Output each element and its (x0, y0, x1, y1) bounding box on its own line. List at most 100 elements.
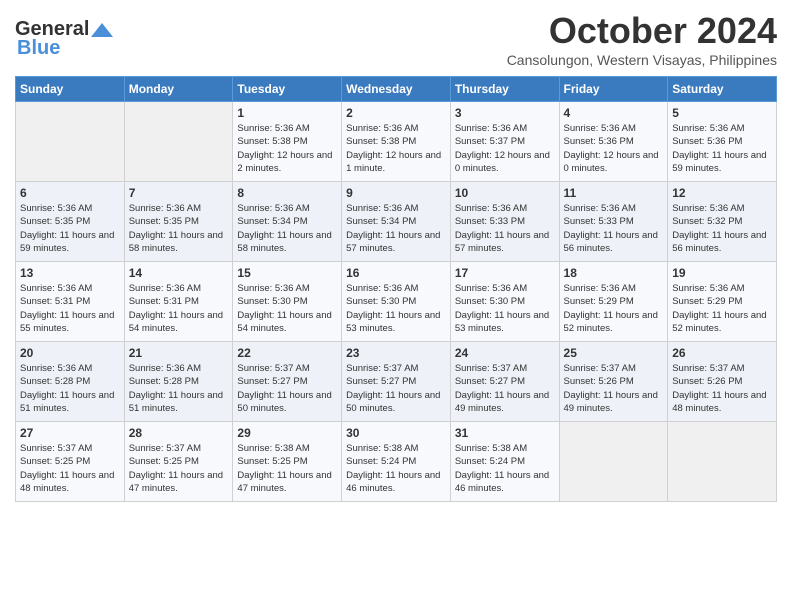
day-info: Sunrise: 5:37 AMSunset: 5:27 PMDaylight:… (346, 362, 446, 415)
day-info: Sunrise: 5:36 AMSunset: 5:32 PMDaylight:… (672, 202, 772, 255)
calendar-header-row: SundayMondayTuesdayWednesdayThursdayFrid… (16, 77, 777, 102)
calendar-cell: 22Sunrise: 5:37 AMSunset: 5:27 PMDayligh… (233, 342, 342, 422)
calendar-cell: 16 Sunrise: 5:36 AMSunset: 5:30 PMDayligh… (342, 262, 451, 342)
day-number: 12 (672, 186, 772, 200)
day-number: 31 (455, 426, 555, 440)
day-number: 29 (237, 426, 337, 440)
day-number: 26 (672, 346, 772, 360)
day-info: Sunrise: 5:36 AMSunset: 5:31 PMDaylight:… (20, 282, 120, 335)
column-header-wednesday: Wednesday (342, 77, 451, 102)
day-number: 20 (20, 346, 120, 360)
calendar-cell: 2 Sunrise: 5:36 AMSunset: 5:38 PMDaylight… (342, 102, 451, 182)
calendar-cell: 10Sunrise: 5:36 AMSunset: 5:33 PMDayligh… (450, 182, 559, 262)
day-info: Sunrise: 5:36 AMSunset: 5:34 PMDaylight:… (346, 202, 446, 255)
day-number: 8 (237, 186, 337, 200)
calendar-cell: 7Sunrise: 5:36 AMSunset: 5:35 PMDaylight… (124, 182, 233, 262)
calendar-cell: 21 Sunrise: 5:36 AMSunset: 5:28 PMDayligh… (124, 342, 233, 422)
day-info: Sunrise: 5:36 AMSunset: 5:30 PMDaylight:… (455, 282, 555, 335)
column-header-friday: Friday (559, 77, 668, 102)
day-number: 16 (346, 266, 446, 280)
day-number: 5 (672, 106, 772, 120)
calendar-table: SundayMondayTuesdayWednesdayThursdayFrid… (15, 76, 777, 502)
calendar-cell (668, 422, 777, 502)
title-area: October 2024 Cansolungon, Western Visaya… (507, 10, 777, 68)
calendar-cell: 11 Sunrise: 5:36 AMSunset: 5:33 PMDayligh… (559, 182, 668, 262)
calendar-cell: 30Sunrise: 5:38 AMSunset: 5:24 PMDayligh… (342, 422, 451, 502)
day-number: 21 (129, 346, 229, 360)
calendar-cell: 1 Sunrise: 5:36 AMSunset: 5:38 PMDaylight… (233, 102, 342, 182)
calendar-cell: 25Sunrise: 5:37 AMSunset: 5:26 PMDayligh… (559, 342, 668, 422)
location-subtitle: Cansolungon, Western Visayas, Philippine… (507, 52, 777, 68)
column-header-tuesday: Tuesday (233, 77, 342, 102)
day-info: Sunrise: 5:37 AMSunset: 5:26 PMDaylight:… (564, 362, 664, 415)
day-info: Sunrise: 5:36 AMSunset: 5:30 PMDaylight:… (237, 282, 337, 335)
calendar-week-2: 6 Sunrise: 5:36 AMSunset: 5:35 PMDaylight… (16, 182, 777, 262)
day-info: Sunrise: 5:38 AMSunset: 5:24 PMDaylight:… (455, 442, 555, 495)
logo: General Blue (15, 18, 113, 60)
logo-blue-text: Blue (17, 37, 60, 60)
calendar-cell: 28Sunrise: 5:37 AMSunset: 5:25 PMDayligh… (124, 422, 233, 502)
day-number: 18 (564, 266, 664, 280)
day-info: Sunrise: 5:38 AMSunset: 5:24 PMDaylight:… (346, 442, 446, 495)
day-info: Sunrise: 5:36 AMSunset: 5:36 PMDaylight:… (564, 122, 664, 175)
calendar-cell: 4 Sunrise: 5:36 AMSunset: 5:36 PMDaylight… (559, 102, 668, 182)
calendar-cell: 14 Sunrise: 5:36 AMSunset: 5:31 PMDayligh… (124, 262, 233, 342)
calendar-cell: 19 Sunrise: 5:36 AMSunset: 5:29 PMDayligh… (668, 262, 777, 342)
day-info: Sunrise: 5:36 AMSunset: 5:28 PMDaylight:… (129, 362, 229, 415)
calendar-cell: 8Sunrise: 5:36 AMSunset: 5:34 PMDaylight… (233, 182, 342, 262)
day-number: 24 (455, 346, 555, 360)
day-info: Sunrise: 5:37 AMSunset: 5:27 PMDaylight:… (237, 362, 337, 415)
logo-icon (91, 21, 113, 39)
day-info: Sunrise: 5:36 AMSunset: 5:30 PMDaylight:… (346, 282, 446, 335)
calendar-week-4: 20 Sunrise: 5:36 AMSunset: 5:28 PMDayligh… (16, 342, 777, 422)
day-number: 11 (564, 186, 664, 200)
column-header-thursday: Thursday (450, 77, 559, 102)
day-info: Sunrise: 5:36 AMSunset: 5:38 PMDaylight:… (237, 122, 337, 175)
calendar-cell (16, 102, 125, 182)
day-info: Sunrise: 5:37 AMSunset: 5:27 PMDaylight:… (455, 362, 555, 415)
calendar-cell: 18 Sunrise: 5:36 AMSunset: 5:29 PMDayligh… (559, 262, 668, 342)
day-info: Sunrise: 5:36 AMSunset: 5:31 PMDaylight:… (129, 282, 229, 335)
column-header-saturday: Saturday (668, 77, 777, 102)
day-number: 9 (346, 186, 446, 200)
page-header: General Blue October 2024 Cansolungon, W… (15, 10, 777, 68)
day-info: Sunrise: 5:37 AMSunset: 5:25 PMDaylight:… (20, 442, 120, 495)
day-number: 6 (20, 186, 120, 200)
calendar-cell: 23 Sunrise: 5:37 AMSunset: 5:27 PMDayligh… (342, 342, 451, 422)
calendar-cell: 17 Sunrise: 5:36 AMSunset: 5:30 PMDayligh… (450, 262, 559, 342)
calendar-cell: 15Sunrise: 5:36 AMSunset: 5:30 PMDayligh… (233, 262, 342, 342)
calendar-cell: 12 Sunrise: 5:36 AMSunset: 5:32 PMDayligh… (668, 182, 777, 262)
day-number: 17 (455, 266, 555, 280)
calendar-cell: 5Sunrise: 5:36 AMSunset: 5:36 PMDaylight… (668, 102, 777, 182)
column-header-monday: Monday (124, 77, 233, 102)
day-info: Sunrise: 5:36 AMSunset: 5:37 PMDaylight:… (455, 122, 555, 175)
day-number: 19 (672, 266, 772, 280)
day-info: Sunrise: 5:36 AMSunset: 5:29 PMDaylight:… (672, 282, 772, 335)
day-number: 2 (346, 106, 446, 120)
calendar-cell: 31 Sunrise: 5:38 AMSunset: 5:24 PMDayligh… (450, 422, 559, 502)
calendar-week-5: 27 Sunrise: 5:37 AMSunset: 5:25 PMDayligh… (16, 422, 777, 502)
calendar-cell: 3 Sunrise: 5:36 AMSunset: 5:37 PMDaylight… (450, 102, 559, 182)
month-title: October 2024 (507, 10, 777, 52)
calendar-cell: 29Sunrise: 5:38 AMSunset: 5:25 PMDayligh… (233, 422, 342, 502)
calendar-cell: 9 Sunrise: 5:36 AMSunset: 5:34 PMDaylight… (342, 182, 451, 262)
day-info: Sunrise: 5:36 AMSunset: 5:29 PMDaylight:… (564, 282, 664, 335)
day-info: Sunrise: 5:37 AMSunset: 5:25 PMDaylight:… (129, 442, 229, 495)
calendar-cell: 27 Sunrise: 5:37 AMSunset: 5:25 PMDayligh… (16, 422, 125, 502)
day-info: Sunrise: 5:36 AMSunset: 5:35 PMDaylight:… (20, 202, 120, 255)
day-number: 3 (455, 106, 555, 120)
day-number: 27 (20, 426, 120, 440)
column-header-sunday: Sunday (16, 77, 125, 102)
day-number: 23 (346, 346, 446, 360)
calendar-cell (559, 422, 668, 502)
day-number: 14 (129, 266, 229, 280)
day-number: 13 (20, 266, 120, 280)
day-info: Sunrise: 5:36 AMSunset: 5:38 PMDaylight:… (346, 122, 446, 175)
day-number: 4 (564, 106, 664, 120)
day-number: 10 (455, 186, 555, 200)
day-number: 1 (237, 106, 337, 120)
day-info: Sunrise: 5:36 AMSunset: 5:33 PMDaylight:… (564, 202, 664, 255)
calendar-cell: 24 Sunrise: 5:37 AMSunset: 5:27 PMDayligh… (450, 342, 559, 422)
day-info: Sunrise: 5:37 AMSunset: 5:26 PMDaylight:… (672, 362, 772, 415)
day-info: Sunrise: 5:36 AMSunset: 5:35 PMDaylight:… (129, 202, 229, 255)
